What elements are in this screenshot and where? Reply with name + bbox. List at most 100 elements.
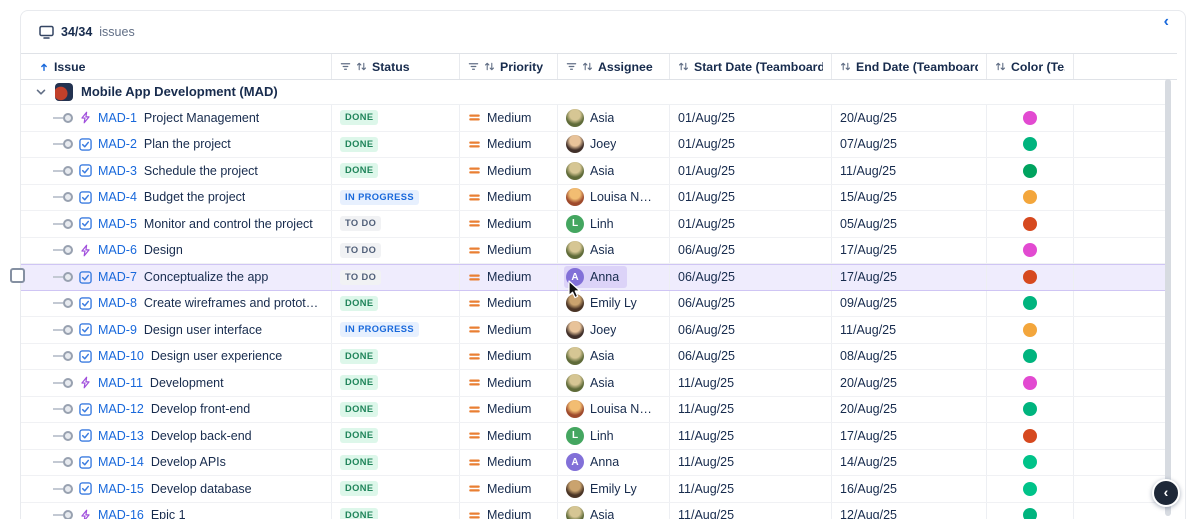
sort-icon[interactable] (995, 61, 1006, 72)
start-date-cell[interactable]: 01/Aug/25 (669, 185, 831, 211)
issue-row-mad-14[interactable]: MAD-14Develop APIsDONEMediumAAnna11/Aug/… (21, 450, 1167, 477)
status-badge[interactable]: DONE (340, 428, 378, 443)
issue-summary[interactable]: Develop front-end (151, 402, 250, 416)
color-dot[interactable] (1023, 164, 1037, 178)
color-dot[interactable] (1023, 482, 1037, 496)
end-date-cell[interactable]: 14/Aug/25 (831, 450, 986, 476)
drag-handle-dot[interactable] (63, 166, 73, 176)
color-dot[interactable] (1023, 190, 1037, 204)
start-date-cell[interactable]: 11/Aug/25 (669, 450, 831, 476)
priority-label[interactable]: Medium (487, 482, 531, 496)
start-date-cell[interactable]: 11/Aug/25 (669, 370, 831, 396)
drag-handle-dot[interactable] (63, 139, 73, 149)
issue-row-mad-7[interactable]: MAD-7Conceptualize the appTO DOMediumAAn… (21, 264, 1167, 291)
status-badge[interactable]: DONE (340, 481, 378, 496)
issue-row-mad-2[interactable]: MAD-2Plan the projectDONEMediumJoey01/Au… (21, 132, 1167, 159)
start-date-cell[interactable]: 11/Aug/25 (669, 397, 831, 423)
issue-key-link[interactable]: MAD-6 (98, 243, 137, 257)
issue-row-mad-6[interactable]: MAD-6DesignTO DOMediumAsia06/Aug/2517/Au… (21, 238, 1167, 265)
assignee-chip[interactable]: Asia (564, 504, 622, 519)
issue-summary[interactable]: Budget the project (144, 190, 245, 204)
issue-summary[interactable]: Plan the project (144, 137, 231, 151)
assignee-chip[interactable]: Louisa Nguy... (564, 186, 665, 208)
issue-key-link[interactable]: MAD-2 (98, 137, 137, 151)
priority-label[interactable]: Medium (487, 137, 531, 151)
priority-label[interactable]: Medium (487, 217, 531, 231)
chevron-down-icon[interactable] (35, 86, 47, 98)
color-dot[interactable] (1023, 429, 1037, 443)
status-badge[interactable]: DONE (340, 163, 378, 178)
column-header-assignee[interactable]: Assignee (557, 54, 669, 79)
issue-key-link[interactable]: MAD-16 (98, 508, 144, 519)
row-checkbox[interactable] (10, 268, 25, 283)
status-badge[interactable]: DONE (340, 402, 378, 417)
issue-key-link[interactable]: MAD-10 (98, 349, 144, 363)
priority-label[interactable]: Medium (487, 323, 531, 337)
issue-summary[interactable]: Develop APIs (151, 455, 226, 469)
color-dot[interactable] (1023, 111, 1037, 125)
color-dot[interactable] (1023, 349, 1037, 363)
end-date-cell[interactable]: 17/Aug/25 (831, 265, 986, 290)
start-date-cell[interactable]: 01/Aug/25 (669, 158, 831, 184)
end-date-cell[interactable]: 12/Aug/25 (831, 503, 986, 519)
end-date-cell[interactable]: 20/Aug/25 (831, 105, 986, 131)
assignee-chip[interactable]: Emily Ly (564, 478, 645, 500)
assignee-chip[interactable]: Asia (564, 160, 622, 182)
issue-summary[interactable]: Design (144, 243, 183, 257)
issue-row-mad-8[interactable]: MAD-8Create wireframes and prototypesDON… (21, 291, 1167, 318)
issue-summary[interactable]: Design user experience (151, 349, 282, 363)
drag-handle-dot[interactable] (63, 457, 73, 467)
issue-summary[interactable]: Create wireframes and prototypes (144, 296, 323, 310)
drag-handle-dot[interactable] (63, 219, 73, 229)
color-dot[interactable] (1023, 323, 1037, 337)
issue-summary[interactable]: Project Management (144, 111, 259, 125)
drag-handle-dot[interactable] (63, 113, 73, 123)
issue-row-mad-11[interactable]: MAD-11DevelopmentDONEMediumAsia11/Aug/25… (21, 370, 1167, 397)
start-date-cell[interactable]: 01/Aug/25 (669, 211, 831, 237)
issue-row-mad-10[interactable]: MAD-10Design user experienceDONEMediumAs… (21, 344, 1167, 371)
start-date-cell[interactable]: 06/Aug/25 (669, 265, 831, 290)
issue-key-link[interactable]: MAD-7 (98, 270, 137, 284)
start-date-cell[interactable]: 06/Aug/25 (669, 238, 831, 264)
end-date-cell[interactable]: 16/Aug/25 (831, 476, 986, 502)
filter-icon[interactable] (468, 61, 479, 72)
priority-label[interactable]: Medium (487, 296, 531, 310)
drag-handle-dot[interactable] (63, 484, 73, 494)
issue-summary[interactable]: Epic 1 (151, 508, 186, 519)
start-date-cell[interactable]: 11/Aug/25 (669, 476, 831, 502)
group-row[interactable]: Mobile App Development (MAD) (21, 79, 1167, 105)
status-badge[interactable]: TO DO (340, 270, 381, 285)
assignee-chip[interactable]: LLinh (564, 213, 622, 235)
assignee-chip[interactable]: Emily Ly (564, 292, 645, 314)
status-badge[interactable]: DONE (340, 137, 378, 152)
end-date-cell[interactable]: 05/Aug/25 (831, 211, 986, 237)
start-date-cell[interactable]: 01/Aug/25 (669, 132, 831, 158)
status-badge[interactable]: TO DO (340, 216, 381, 231)
column-header-start[interactable]: Start Date (Teamboard) (669, 54, 831, 79)
color-dot[interactable] (1023, 217, 1037, 231)
start-date-cell[interactable]: 01/Aug/25 (669, 105, 831, 131)
sort-icon[interactable] (840, 61, 851, 72)
assignee-chip[interactable]: AAnna (564, 451, 627, 473)
drag-handle-dot[interactable] (63, 404, 73, 414)
status-badge[interactable]: DONE (340, 455, 378, 470)
column-header-issue[interactable]: Issue (31, 54, 331, 79)
priority-label[interactable]: Medium (487, 429, 531, 443)
issue-row-mad-5[interactable]: MAD-5 Monitor and control the project TO D… (21, 211, 1167, 238)
sort-icon[interactable] (484, 61, 495, 72)
issue-key-link[interactable]: MAD-5 (98, 217, 137, 231)
start-date-cell[interactable]: 06/Aug/25 (669, 344, 831, 370)
issue-key-link[interactable]: MAD-3 (98, 164, 137, 178)
status-badge[interactable]: DONE (340, 349, 378, 364)
drag-handle-dot[interactable] (63, 192, 73, 202)
issue-key-link[interactable]: MAD-4 (98, 190, 137, 204)
assignee-chip[interactable]: Asia (564, 372, 622, 394)
color-dot[interactable] (1023, 243, 1037, 257)
issue-key-link[interactable]: MAD-12 (98, 402, 144, 416)
issue-summary[interactable]: Monitor and control the project (144, 217, 313, 231)
assignee-chip[interactable]: AAnna (564, 266, 627, 288)
column-header-priority[interactable]: Priority (459, 54, 557, 79)
priority-label[interactable]: Medium (487, 455, 531, 469)
priority-label[interactable]: Medium (487, 349, 531, 363)
issue-row-mad-4[interactable]: MAD-4Budget the projectIN PROGRESSMedium… (21, 185, 1167, 212)
